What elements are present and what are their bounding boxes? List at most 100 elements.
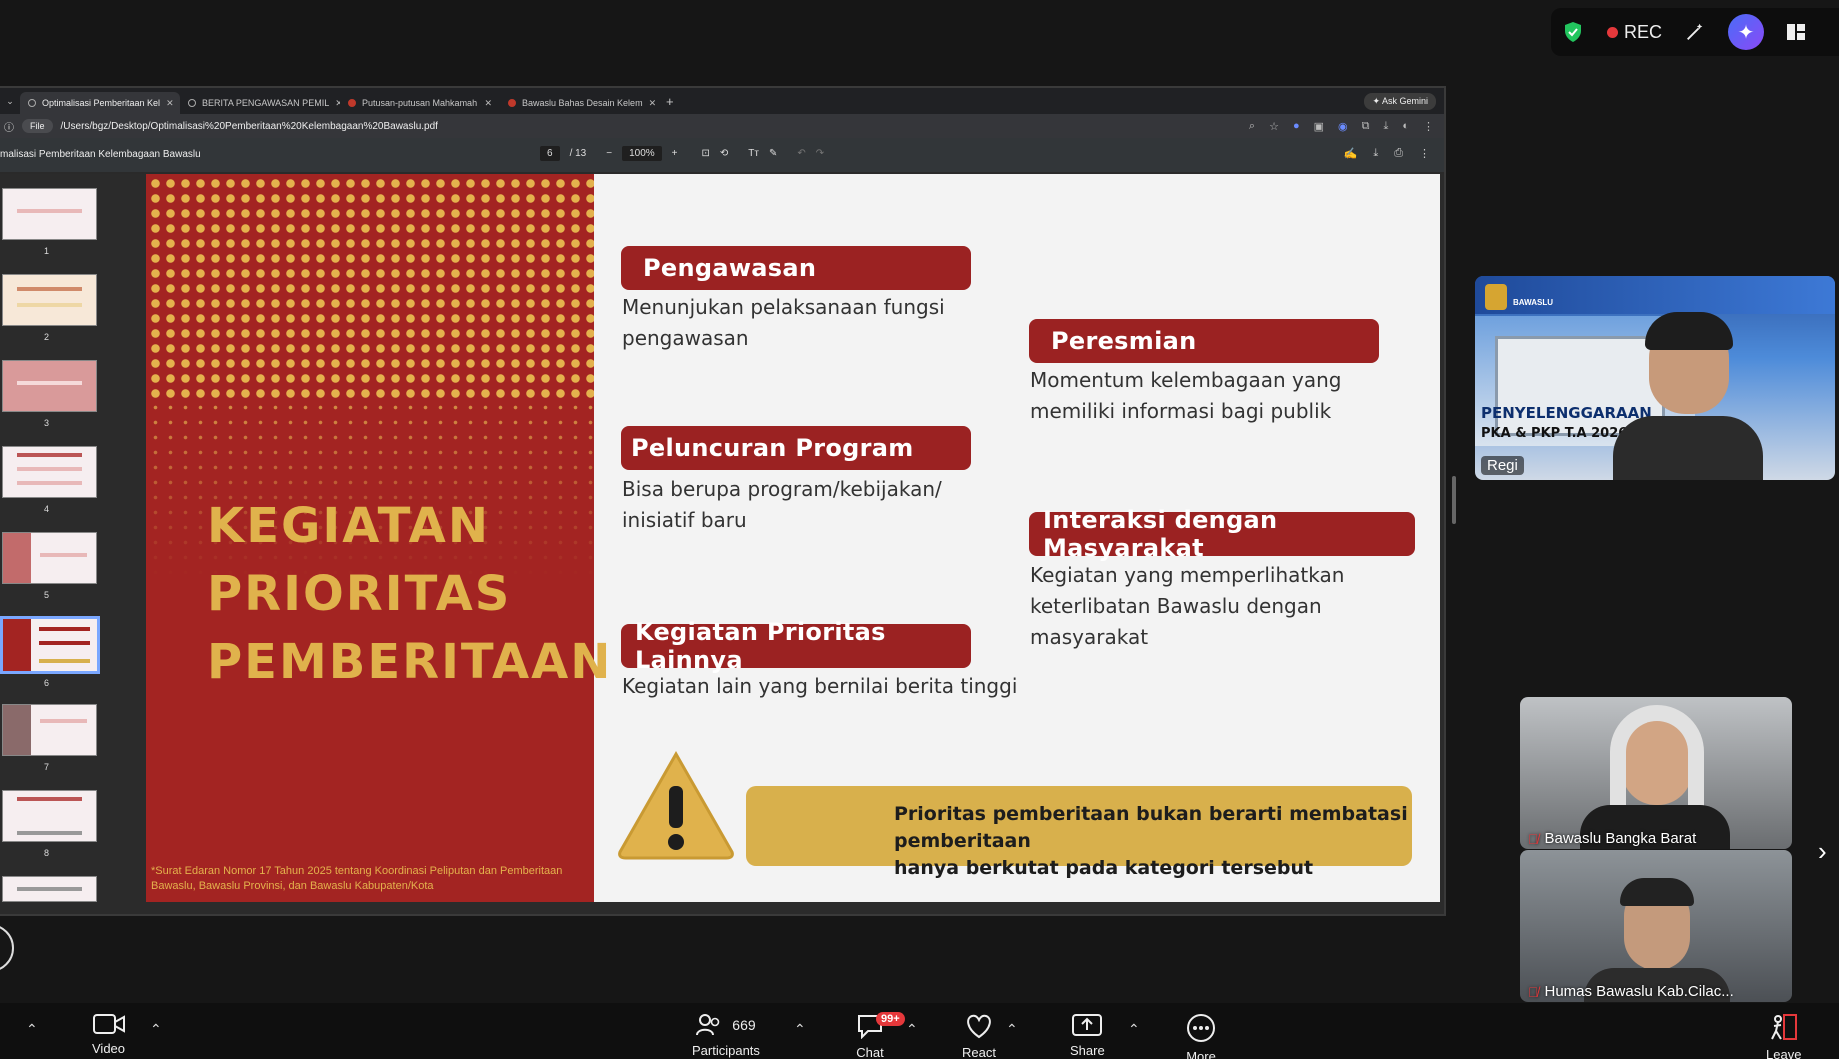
desc-line: pengawasan	[622, 326, 749, 350]
zoom-magnifier-icon[interactable]: ⌕	[1249, 120, 1255, 133]
puzzle-icon[interactable]: ⧉	[1362, 120, 1370, 133]
thumbnail-page[interactable]	[2, 790, 97, 842]
address-bar-actions: ⌕ ☆ ● ▣ ◉ ⧉ ⤓ ◐ ⋮	[1249, 120, 1444, 133]
close-tab-icon[interactable]: ✕	[649, 98, 657, 109]
category-pill-pengawasan: Pengawasan	[621, 246, 971, 290]
chat-unread-badge: 99+	[876, 1012, 905, 1026]
profile-avatar-icon[interactable]: ◐	[1402, 120, 1409, 133]
desc-line: Kegiatan yang memperlihatkan	[1030, 563, 1345, 587]
download-icon[interactable]: ⤓	[1373, 147, 1378, 160]
react-caret-icon[interactable]: ⌃	[1006, 1021, 1018, 1038]
next-page-chevron-icon[interactable]: ›	[1818, 836, 1827, 867]
share-screen-button[interactable]: Share	[1070, 1013, 1105, 1058]
participant-person	[1613, 306, 1763, 480]
pdf-toolbar: malisasi Pemberitaan Kelembagaan Bawaslu…	[0, 138, 1444, 172]
warning-line: hanya berkutat pada kategori tersebut	[894, 857, 1314, 879]
url-text[interactable]: /Users/bgz/Desktop/Optimalisasi%20Pember…	[61, 121, 438, 132]
download-icon[interactable]: ⤓	[1383, 120, 1388, 133]
thumbnail-page[interactable]	[2, 360, 97, 412]
address-bar[interactable]: ⓘ File /Users/bgz/Desktop/Optimalisasi%2…	[0, 114, 1444, 138]
extension-icon[interactable]: ●	[1293, 120, 1300, 133]
page-number-input[interactable]: 6	[540, 146, 560, 161]
signature-icon[interactable]: ✍	[1344, 147, 1358, 160]
video-tile-bangka-barat[interactable]: 🎙̸ Bawaslu Bangka Barat	[1520, 697, 1792, 849]
participant-name: Bawaslu Bangka Barat	[1544, 830, 1697, 847]
tab-label: Bawaslu Bahas Desain Kelem	[522, 98, 643, 108]
thumbnail-page-number: 7	[44, 762, 50, 772]
share-label: Share	[1070, 1043, 1105, 1058]
thumbnail-page[interactable]	[2, 876, 97, 902]
recording-indicator[interactable]: REC	[1607, 22, 1662, 43]
thumbnail-page-number: 3	[44, 418, 50, 428]
participant-name: Humas Bawaslu Kab.Cilac...	[1544, 983, 1734, 1000]
tab-putusan[interactable]: Putusan-putusan Mahkamah ✕	[340, 92, 500, 114]
browser-tab-strip: ⌄ Optimalisasi Pemberitaan Kel ✕ BERITA P…	[0, 88, 1444, 114]
bookmark-star-icon[interactable]: ☆	[1269, 120, 1279, 133]
side-panel-icon[interactable]	[1786, 22, 1806, 42]
thumbnail-page[interactable]	[2, 446, 97, 498]
new-tab-icon[interactable]: +	[660, 94, 674, 109]
category-desc: Bisa berupa program/kebijakan/inisiatif …	[622, 474, 942, 536]
participant-name-tag: Regi	[1481, 456, 1524, 475]
pdf-viewer: 1 2 3 4 5 6 7 8 KEGIATAN PRIORITAS PEMBE…	[0, 174, 1444, 914]
extension-icon[interactable]: ▣	[1314, 120, 1324, 133]
leave-button[interactable]: Leave	[1766, 1013, 1801, 1059]
site-favicon-icon	[508, 99, 516, 107]
ask-gemini-button[interactable]: ✦ Ask Gemini	[1364, 92, 1436, 110]
share-caret-icon[interactable]: ⌃	[1128, 1021, 1140, 1038]
magic-wand-icon[interactable]	[1684, 21, 1706, 43]
shared-screen-resize-handle[interactable]	[1452, 476, 1456, 524]
video-button[interactable]: Video	[92, 1013, 125, 1056]
shoulders	[1613, 416, 1763, 480]
draw-icon[interactable]: ✎	[769, 148, 777, 159]
security-shield-icon[interactable]	[1561, 20, 1585, 44]
banner-line2: PKA & PKP T.A 2026	[1481, 426, 1628, 441]
zoom-out-icon[interactable]: −	[606, 148, 612, 159]
url-scheme-chip[interactable]: File	[22, 119, 53, 133]
tab-optimalisasi[interactable]: Optimalisasi Pemberitaan Kel ✕	[20, 92, 180, 114]
thumbnail-page-number: 6	[44, 678, 50, 688]
desc-line: Kegiatan lain yang bernilai berita tingg…	[622, 674, 1018, 698]
fit-page-icon[interactable]: ⊡	[702, 148, 710, 159]
participants-button[interactable]: 669 Participants	[692, 1013, 760, 1058]
tab-label: Putusan-putusan Mahkamah	[362, 98, 478, 108]
tab-menu-chevron-icon[interactable]: ⌄	[0, 96, 20, 107]
close-tab-icon[interactable]: ✕	[484, 98, 492, 109]
kebab-menu-icon[interactable]: ⋮	[1423, 120, 1434, 133]
thumbnail-sidebar[interactable]: 1 2 3 4 5 6 7 8	[0, 174, 140, 914]
ai-companion-icon[interactable]: ✦	[1728, 14, 1765, 50]
slide-left-panel: KEGIATAN PRIORITAS PEMBERITAAN *Surat Ed…	[146, 174, 610, 902]
thumbnail-page-selected[interactable]	[0, 616, 100, 674]
category-desc: Kegiatan lain yang bernilai berita tingg…	[622, 671, 1017, 702]
video-options-caret-icon[interactable]: ⌃	[150, 1021, 162, 1038]
rotate-icon[interactable]: ⟲	[720, 148, 728, 159]
chat-caret-icon[interactable]: ⌃	[906, 1021, 918, 1038]
record-dot-icon	[1607, 26, 1618, 38]
floating-circle-button[interactable]	[0, 924, 14, 972]
kebab-menu-icon[interactable]: ⋮	[1419, 147, 1430, 160]
info-icon[interactable]: ⓘ	[4, 119, 14, 134]
zoom-level-input[interactable]: 100%	[622, 146, 662, 161]
tab-berita[interactable]: BERITA PENGAWASAN PEMIL ✕	[180, 92, 340, 114]
thumbnail-page[interactable]	[2, 188, 97, 240]
extension-icon[interactable]: ◉	[1338, 120, 1348, 133]
tab-bawaslu-bahas[interactable]: Bawaslu Bahas Desain Kelem ✕	[500, 92, 660, 114]
desc-line: keterlibatan Bawaslu dengan masyarakat	[1030, 594, 1322, 649]
video-tile-regi[interactable]: BAWASLU PENYELENGGARAAN PKA & PKP T.A 20…	[1475, 276, 1835, 480]
undo-icon[interactable]: ↶	[797, 148, 805, 159]
participants-caret-icon[interactable]: ⌃	[794, 1021, 806, 1038]
more-button[interactable]: More	[1186, 1013, 1216, 1059]
zoom-in-icon[interactable]: +	[672, 148, 678, 159]
thumbnail-page[interactable]	[2, 532, 97, 584]
thumbnail-page[interactable]	[2, 704, 97, 756]
video-tile-humas-cilacap[interactable]: 🎙̸ Humas Bawaslu Kab.Cilac...	[1520, 850, 1792, 1002]
rec-label: REC	[1624, 21, 1663, 42]
redo-icon[interactable]: ↷	[816, 148, 824, 159]
audio-options-caret-icon[interactable]: ⌃	[26, 1021, 38, 1038]
print-icon[interactable]: ⎙	[1394, 147, 1403, 160]
thumbnail-page[interactable]	[2, 274, 97, 326]
react-button[interactable]: React	[962, 1013, 996, 1059]
text-annotation-icon[interactable]: Tт	[748, 148, 759, 159]
close-tab-icon[interactable]: ✕	[166, 98, 174, 109]
meeting-controls-bar: / ⌃ Video ⌃ 669 Participants ⌃ Chat ⌃ Re…	[0, 1003, 1839, 1059]
